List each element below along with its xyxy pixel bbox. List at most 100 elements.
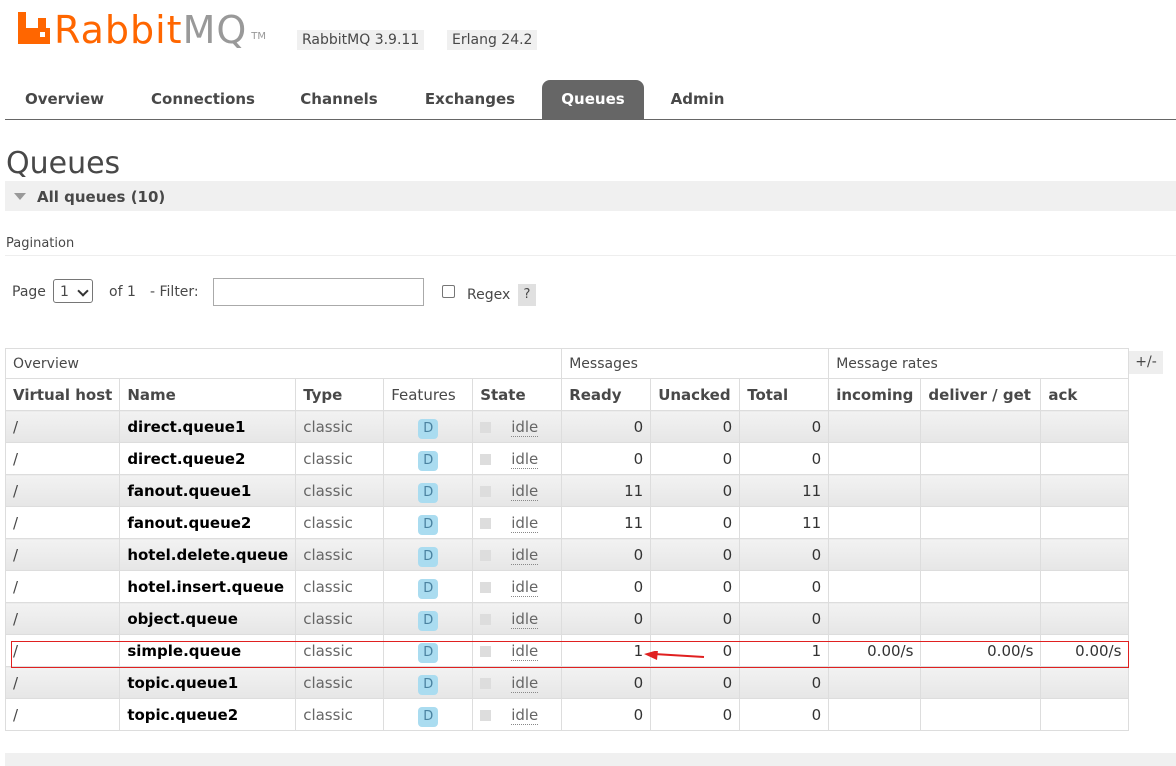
queue-name-link[interactable]: direct.queue2	[119, 442, 297, 475]
state-text: idle	[511, 673, 539, 693]
vhost-cell: /	[4, 570, 121, 603]
queue-name-link[interactable]: topic.queue1	[119, 666, 297, 699]
durable-badge: D	[418, 578, 439, 599]
ack-rate-cell	[1040, 410, 1130, 443]
features-cell: D	[383, 538, 474, 571]
ack-rate-cell	[1040, 570, 1130, 603]
state-cell: idle	[472, 666, 563, 699]
table-row: / direct.queue2 classic Didle 0 0 0	[4, 442, 1130, 475]
total-cell: 0	[739, 698, 830, 731]
durable-badge: D	[418, 674, 439, 695]
vhost-cell: /	[4, 410, 121, 443]
col-incoming[interactable]: incoming	[828, 378, 922, 411]
divider	[5, 255, 1176, 256]
queue-name-link[interactable]: hotel.insert.queue	[119, 570, 297, 603]
col-state[interactable]: State	[472, 378, 563, 411]
total-cell: 11	[739, 474, 830, 507]
queue-name-link[interactable]: fanout.queue2	[119, 506, 297, 539]
total-cell: 0	[739, 666, 830, 699]
features-cell: D	[383, 506, 474, 539]
state-square-icon	[480, 549, 492, 561]
total-cell: 0	[739, 410, 830, 443]
incoming-rate-cell	[828, 506, 922, 539]
vhost-cell: /	[4, 698, 121, 731]
unacked-cell: 0	[650, 410, 741, 443]
tab-overview[interactable]: Overview	[13, 80, 116, 119]
state-square-icon	[480, 421, 492, 433]
state-square-icon	[480, 485, 492, 497]
features-cell: D	[383, 666, 474, 699]
state-text: idle	[511, 705, 539, 725]
deliver-rate-cell	[920, 666, 1042, 699]
total-cell: 0	[739, 570, 830, 603]
state-text: idle	[511, 449, 539, 469]
unacked-cell: 0	[650, 442, 741, 475]
state-square-icon	[480, 581, 492, 593]
queue-name-link[interactable]: object.queue	[119, 602, 297, 635]
tab-exchanges[interactable]: Exchanges	[412, 80, 528, 119]
durable-badge: D	[418, 450, 439, 471]
queue-name-link[interactable]: fanout.queue1	[119, 474, 297, 507]
table-row: / fanout.queue2 classic Didle 11 0 11	[4, 506, 1130, 539]
table-row: / hotel.insert.queue classic Didle 0 0 0	[4, 570, 1130, 603]
page-select[interactable]: 1	[53, 279, 93, 303]
deliver-rate-cell	[920, 538, 1042, 571]
column-toggle-button[interactable]: +/-	[1129, 351, 1163, 374]
col-type[interactable]: Type	[295, 378, 385, 411]
ready-cell: 0	[561, 538, 652, 571]
queue-name-link[interactable]: hotel.delete.queue	[119, 538, 297, 571]
table-row: / topic.queue2 classic Didle 0 0 0	[4, 698, 1130, 731]
regex-label: Regex	[467, 287, 511, 303]
tab-admin[interactable]: Admin	[661, 80, 734, 119]
regex-help-button[interactable]: ?	[518, 284, 536, 306]
type-cell: classic	[295, 666, 385, 699]
incoming-rate-cell	[828, 410, 922, 443]
features-cell: D	[383, 698, 474, 731]
vhost-cell: /	[4, 474, 121, 507]
durable-badge: D	[418, 706, 439, 727]
state-cell: idle	[472, 602, 563, 635]
state-cell: idle	[472, 506, 563, 539]
col-virtual-host[interactable]: Virtual host	[4, 378, 121, 411]
table-row: / topic.queue1 classic Didle 0 0 0	[4, 666, 1130, 699]
col-name[interactable]: Name	[119, 378, 297, 411]
tab-channels[interactable]: Channels	[289, 80, 389, 119]
state-text: idle	[511, 513, 539, 533]
filter-input[interactable]	[213, 278, 424, 306]
unacked-cell: 0	[650, 570, 741, 603]
col-ready[interactable]: Ready	[561, 378, 652, 411]
chevron-down-icon	[77, 285, 89, 297]
features-cell: D	[383, 474, 474, 507]
state-cell: idle	[472, 442, 563, 475]
unacked-cell: 0	[650, 474, 741, 507]
col-unacked[interactable]: Unacked	[650, 378, 741, 411]
queue-name-link[interactable]: direct.queue1	[119, 410, 297, 443]
features-cell: D	[383, 602, 474, 635]
total-cell: 0	[739, 602, 830, 635]
ack-rate-cell	[1040, 698, 1130, 731]
all-queues-section-header[interactable]: All queues (10)	[5, 181, 1176, 211]
col-total[interactable]: Total	[739, 378, 830, 411]
state-square-icon	[480, 677, 492, 689]
type-cell: classic	[295, 506, 385, 539]
regex-checkbox[interactable]	[442, 285, 455, 298]
ready-cell: 11	[561, 506, 652, 539]
queues-table: Overview Messages Message rates Virtual …	[4, 348, 1130, 731]
ack-rate-cell	[1040, 538, 1130, 571]
vhost-cell: /	[4, 506, 121, 539]
table-row: / fanout.queue1 classic Didle 11 0 11	[4, 474, 1130, 507]
group-message-rates: Message rates	[828, 348, 1130, 379]
col-ack[interactable]: ack	[1040, 378, 1130, 411]
tab-queues[interactable]: Queues	[542, 80, 644, 119]
deliver-rate-cell	[920, 442, 1042, 475]
tab-connections[interactable]: Connections	[139, 80, 267, 119]
deliver-rate-cell	[920, 602, 1042, 635]
features-cell: D	[383, 570, 474, 603]
add-queue-section-header[interactable]	[5, 753, 1176, 766]
ready-cell: 0	[561, 602, 652, 635]
incoming-rate-cell	[828, 698, 922, 731]
ready-cell: 0	[561, 666, 652, 699]
col-deliver-get[interactable]: deliver / get	[920, 378, 1042, 411]
ready-cell: 0	[561, 698, 652, 731]
queue-name-link[interactable]: topic.queue2	[119, 698, 297, 731]
